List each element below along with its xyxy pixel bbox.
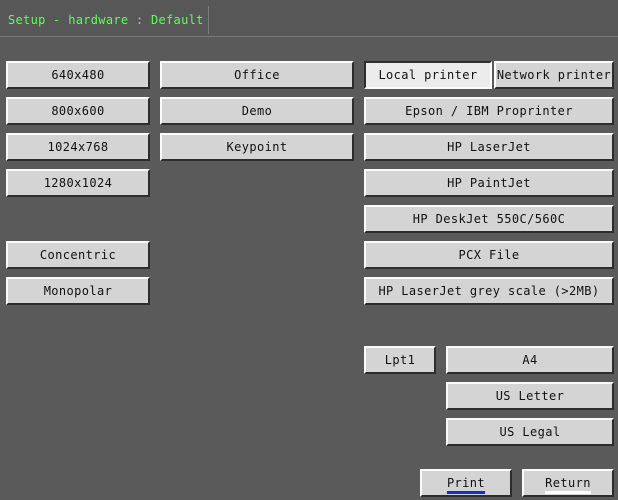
paper-us-letter-button[interactable]: US Letter bbox=[446, 382, 614, 410]
printer-hp-deskjet-button[interactable]: HP DeskJet 550C/560C bbox=[364, 205, 614, 233]
resolution-1024x768-button[interactable]: 1024x768 bbox=[6, 133, 150, 161]
resolution-1280x1024-button[interactable]: 1280x1024 bbox=[6, 169, 150, 197]
printer-epson-ibm-button[interactable]: Epson / IBM Proprinter bbox=[364, 97, 614, 125]
return-button-label: Return bbox=[545, 476, 591, 490]
print-button-label: Print bbox=[446, 476, 486, 490]
window-title: Setup - hardware : Default bbox=[4, 6, 209, 34]
paper-a4-button[interactable]: A4 bbox=[446, 346, 614, 374]
local-printer-button[interactable]: Local printer bbox=[364, 61, 492, 89]
resolution-800x600-button[interactable]: 800x600 bbox=[6, 97, 150, 125]
concentric-button[interactable]: Concentric bbox=[6, 241, 150, 269]
port-lpt1-button[interactable]: Lpt1 bbox=[364, 346, 436, 374]
return-button[interactable]: Return bbox=[522, 469, 614, 497]
paper-us-legal-button[interactable]: US Legal bbox=[446, 418, 614, 446]
printer-hp-laserjet-grey-button[interactable]: HP LaserJet grey scale (>2MB) bbox=[364, 277, 614, 305]
title-bar: Setup - hardware : Default bbox=[0, 0, 618, 37]
profile-keypoint-button[interactable]: Keypoint bbox=[160, 133, 354, 161]
profile-demo-button[interactable]: Demo bbox=[160, 97, 354, 125]
monopolar-button[interactable]: Monopolar bbox=[6, 277, 150, 305]
printer-pcx-file-button[interactable]: PCX File bbox=[364, 241, 614, 269]
profile-office-button[interactable]: Office bbox=[160, 61, 354, 89]
network-printer-button[interactable]: Network printer bbox=[494, 61, 614, 89]
print-button[interactable]: Print bbox=[420, 469, 512, 497]
printer-hp-paintjet-button[interactable]: HP PaintJet bbox=[364, 169, 614, 197]
resolution-640x480-button[interactable]: 640x480 bbox=[6, 61, 150, 89]
printer-hp-laserjet-button[interactable]: HP LaserJet bbox=[364, 133, 614, 161]
